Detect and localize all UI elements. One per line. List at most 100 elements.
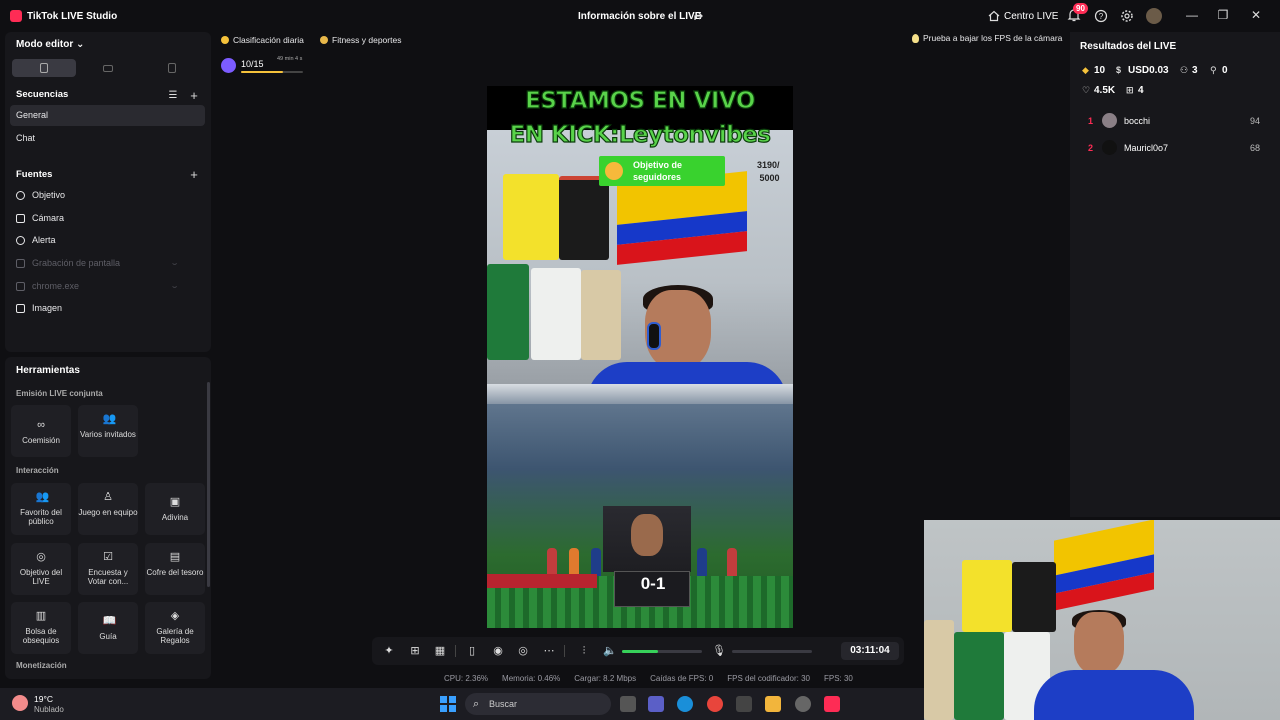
mode-editor-dropdown[interactable]: Modo editor ⌄ bbox=[16, 39, 84, 50]
source-camara[interactable]: Cámara bbox=[16, 213, 64, 223]
live-preview[interactable]: ESTAMOS EN VIVO EN KICK:Leytonvibes Obje… bbox=[487, 86, 793, 628]
landscape-layout-tab[interactable] bbox=[76, 59, 140, 77]
weather-description[interactable]: Nublado bbox=[34, 705, 64, 714]
record-icon[interactable]: ◉ bbox=[491, 644, 505, 658]
tool-varios-invitados[interactable]: 👥 Varios invitados bbox=[78, 405, 138, 457]
source-chrome[interactable]: chrome.exe bbox=[16, 281, 79, 291]
fps-tip-text: Prueba a bajar los FPS de la cámara bbox=[923, 33, 1063, 43]
tool-bolsa-obsequios[interactable]: ▥ Bolsa de obsequios bbox=[11, 602, 71, 654]
source-objetivo[interactable]: Objetivo bbox=[16, 190, 65, 200]
tool-favorito[interactable]: 👥 Favorito del público bbox=[11, 483, 71, 535]
user-avatar[interactable] bbox=[1146, 8, 1162, 24]
viewer-name[interactable]: Mauricl0o7 bbox=[1124, 143, 1168, 153]
tool-encuesta[interactable]: ☑ Encuesta y Votar con... bbox=[78, 543, 138, 595]
results-title: Resultados del LIVE bbox=[1080, 41, 1177, 52]
mic-slider[interactable] bbox=[732, 650, 812, 653]
mode-editor-label: Modo editor bbox=[16, 39, 74, 50]
maximize-icon[interactable]: ❐ bbox=[1216, 8, 1230, 22]
black-jersey bbox=[1012, 562, 1056, 632]
tool-cofre[interactable]: ▤ Cofre del tesoro bbox=[145, 543, 205, 595]
source-label: Cámara bbox=[32, 213, 65, 223]
layout-icon[interactable]: ▦ bbox=[433, 644, 447, 658]
edge-icon[interactable] bbox=[677, 696, 693, 712]
magic-wand-icon[interactable]: ✦ bbox=[382, 644, 396, 658]
viewer-name[interactable]: bocchi bbox=[1124, 116, 1150, 126]
viewer-avatar[interactable] bbox=[1102, 140, 1117, 155]
sequence-chat[interactable]: Chat bbox=[16, 133, 35, 143]
tool-label: Encuesta y Votar con... bbox=[87, 568, 129, 586]
category-icon bbox=[320, 36, 328, 44]
gifts-stat: ⊞ 4 bbox=[1126, 85, 1144, 96]
centro-live-label: Centro LIVE bbox=[1004, 10, 1059, 22]
share-icon[interactable] bbox=[692, 9, 706, 23]
phone-icon[interactable]: ▯ bbox=[465, 644, 479, 658]
live-goal-widget[interactable]: 10/15 49 min 4 s bbox=[219, 54, 307, 78]
daily-ranking-chip[interactable]: Clasificación diaria bbox=[221, 33, 304, 47]
audience-icon: 👥 bbox=[35, 491, 50, 503]
weather-temperature[interactable]: 19°C bbox=[34, 694, 53, 704]
source-label: Alerta bbox=[32, 235, 56, 245]
tools-scrollbar[interactable] bbox=[207, 382, 210, 587]
follower-goal-count: 3190/ 5000 bbox=[757, 159, 780, 185]
source-label: Imagen bbox=[32, 303, 63, 313]
tool-galeria-regalos[interactable]: ◈ Galería de Regalos bbox=[145, 602, 205, 654]
audio-mixer-icon[interactable]: ⫶ bbox=[577, 644, 591, 658]
centro-live-button[interactable]: Centro LIVE bbox=[988, 8, 1058, 24]
minimize-icon[interactable]: — bbox=[1185, 8, 1199, 22]
landscape-icon bbox=[103, 65, 113, 72]
target-icon bbox=[16, 190, 25, 200]
settings-gear-icon[interactable] bbox=[1120, 9, 1134, 23]
tool-juego-equipo[interactable]: ♙ Juego en equipo bbox=[78, 483, 138, 535]
camera-icon bbox=[16, 213, 25, 223]
add-source-icon[interactable]: + bbox=[189, 168, 199, 181]
live-info-title[interactable]: Información sobre el LIVE bbox=[578, 11, 701, 22]
tiktok-studio-taskbar-icon[interactable] bbox=[824, 696, 840, 712]
chrome-icon[interactable] bbox=[707, 696, 723, 712]
follower-goal-label: Objetivo de seguidores bbox=[633, 160, 683, 182]
dual-layout-tab[interactable] bbox=[140, 59, 204, 77]
viewer-avatar[interactable] bbox=[1102, 113, 1117, 128]
add-scene-icon[interactable]: ⊞ bbox=[408, 644, 422, 658]
tool-objetivo-live[interactable]: ◎ Objetivo del LIVE bbox=[11, 543, 71, 595]
store-icon[interactable] bbox=[736, 696, 752, 712]
windows-start-icon[interactable] bbox=[440, 696, 456, 712]
tool-adivina[interactable]: ▣ Adivina bbox=[145, 483, 205, 535]
task-view-icon[interactable] bbox=[620, 696, 636, 712]
hidden-eye-icon[interactable]: ⌣ bbox=[172, 282, 177, 292]
teams-icon[interactable] bbox=[648, 696, 664, 712]
source-imagen[interactable]: Imagen bbox=[16, 303, 62, 313]
source-label: Grabación de pantalla bbox=[32, 258, 121, 268]
weather-icon[interactable] bbox=[12, 695, 28, 711]
link-icon: ∞ bbox=[37, 419, 45, 431]
tool-guia[interactable]: 📖 Guía bbox=[78, 602, 138, 654]
category-chip[interactable]: Fitness y deportes bbox=[320, 33, 401, 47]
list-icon[interactable]: ☰ bbox=[168, 91, 178, 101]
sequence-general[interactable]: General bbox=[10, 105, 205, 126]
speaker-icon[interactable]: 🔈 bbox=[603, 644, 617, 658]
more-icon[interactable]: ⋯ bbox=[542, 644, 556, 658]
close-icon[interactable]: ✕ bbox=[1249, 8, 1263, 22]
dual-screen-icon bbox=[168, 63, 176, 73]
taskbar-search[interactable]: ⌕ Buscar bbox=[465, 693, 611, 715]
goal-progress-bar bbox=[241, 71, 303, 73]
app-window: TikTok LIVE Studio Información sobre el … bbox=[0, 0, 1280, 720]
player-face bbox=[631, 514, 663, 556]
source-grabacion[interactable]: Grabación de pantalla bbox=[16, 258, 120, 268]
file-explorer-icon[interactable] bbox=[765, 696, 781, 712]
microphone-icon[interactable]: 🎙 bbox=[712, 644, 726, 658]
hidden-eye-icon[interactable]: ⌣ bbox=[172, 259, 177, 269]
portrait-layout-tab[interactable] bbox=[12, 59, 76, 77]
source-label: Objetivo bbox=[32, 190, 66, 200]
source-alerta[interactable]: Alerta bbox=[16, 235, 56, 245]
help-icon[interactable]: ? bbox=[1094, 9, 1108, 23]
diamonds-value: 10 bbox=[1094, 65, 1106, 76]
guess-icon: ▣ bbox=[169, 496, 181, 508]
volume-slider[interactable] bbox=[622, 650, 702, 653]
add-sequence-icon[interactable]: + bbox=[189, 89, 199, 102]
windows-taskbar: 19°C Nublado ⌕ Buscar bbox=[0, 688, 924, 720]
fps-tip[interactable]: Prueba a bajar los FPS de la cámara bbox=[912, 33, 1062, 43]
chevron-down-icon: ⌄ bbox=[76, 39, 85, 50]
replay-icon[interactable]: ◎ bbox=[516, 644, 530, 658]
steam-icon[interactable] bbox=[795, 696, 811, 712]
tool-coemision[interactable]: ∞ Coemisión bbox=[11, 405, 71, 457]
